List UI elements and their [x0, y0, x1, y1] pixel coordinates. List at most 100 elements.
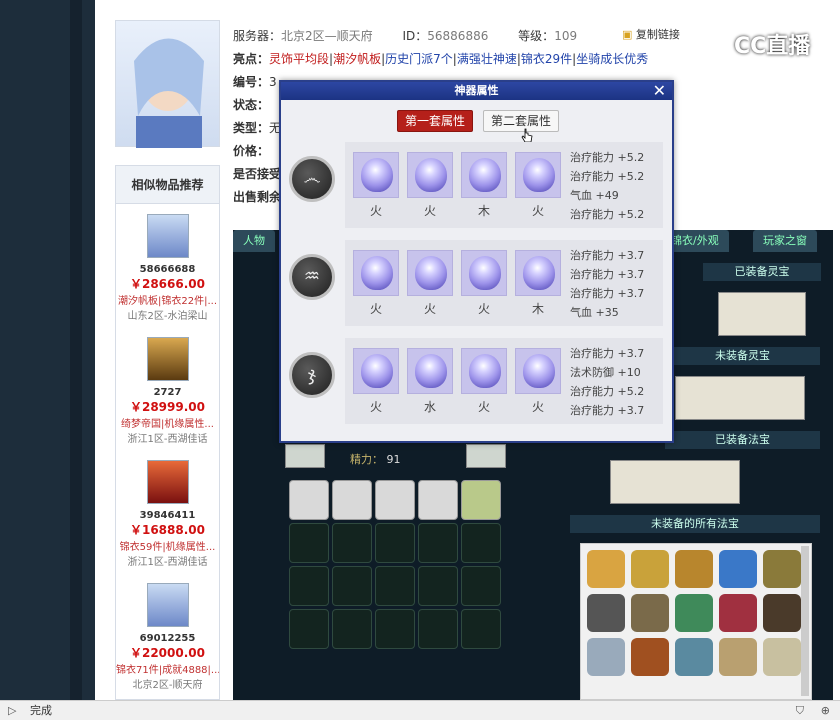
status-label: 状态： [233, 98, 270, 112]
inventory-slot[interactable] [418, 566, 458, 606]
inventory-slot[interactable] [461, 523, 501, 563]
number-value: 3 [269, 75, 277, 89]
tab-character[interactable]: 人物 [233, 230, 275, 252]
similar-item-tags[interactable]: 绮梦帝国|机缘属性... [116, 415, 219, 430]
similar-item-tags[interactable]: 锦衣59件|机缘属性... [116, 538, 219, 553]
fabao-item[interactable] [631, 550, 669, 588]
inventory-slot[interactable] [289, 523, 329, 563]
page-icon: ▷ [8, 704, 17, 717]
highlight-tag[interactable]: 锦衣29件 [521, 52, 572, 66]
number-label: 编号： [233, 75, 270, 89]
similar-item-server: 山东2区-水泊梁山 [127, 311, 208, 322]
equipped-fabao-slots[interactable] [610, 460, 740, 504]
inventory-slot[interactable] [418, 609, 458, 649]
similar-item[interactable]: 58666688 ￥28666.00 潮汐帆板|锦衣22件|... 山东2区-水… [116, 204, 219, 327]
spirit-stone-icon[interactable] [515, 348, 561, 394]
spirit-stone-icon[interactable] [461, 348, 507, 394]
inventory-slot[interactable] [461, 566, 501, 606]
price-label: 价格： [233, 144, 270, 158]
character-avatar [115, 20, 220, 148]
element-label: 木 [531, 302, 544, 316]
highlight-tag[interactable]: 历史门派7个 [385, 52, 453, 66]
spirit-stone-icon[interactable] [461, 250, 507, 296]
similar-item-tags[interactable]: 潮汐帆板|锦衣22件|... [116, 292, 219, 307]
element-label: 火 [531, 204, 544, 218]
equip-slot[interactable] [466, 444, 506, 468]
inventory-slot[interactable] [375, 523, 415, 563]
similar-item[interactable]: 39846411 ￥16888.00 锦衣59件|机缘属性... 浙江1区-西湖… [116, 450, 219, 573]
highlight-tag[interactable]: 满强壮神速 [457, 52, 517, 66]
fabao-item[interactable] [587, 550, 625, 588]
fabao-item[interactable] [631, 594, 669, 632]
fabao-item[interactable] [675, 594, 713, 632]
element-label: 火 [477, 400, 490, 414]
fabao-item[interactable] [763, 550, 801, 588]
inventory-slot[interactable] [332, 523, 372, 563]
spirit-stone-icon[interactable] [407, 348, 453, 394]
equipped-lingbao-slots[interactable] [718, 292, 806, 336]
attribute-list: 治疗能力 +3.7 法术防御 +10 治疗能力 +5.2 治疗能力 +3.7 [570, 344, 660, 420]
fabao-item[interactable] [675, 550, 713, 588]
highlight-tag[interactable]: 灵饰平均段 [269, 52, 329, 66]
similar-item-avatar[interactable] [146, 460, 189, 504]
similar-item-id: 2727 [153, 387, 182, 398]
unequipped-lingbao-label: 未装备灵宝 [665, 347, 820, 365]
inventory-slot[interactable] [332, 480, 372, 520]
similar-item[interactable]: 69012255 ￥22000.00 锦衣71件|成就4888|... 北京2区… [116, 573, 219, 696]
receive-label: 是否接受 [233, 167, 282, 181]
rune-icon: ♒ [289, 254, 335, 300]
fabao-item[interactable] [719, 638, 757, 676]
unequipped-lingbao-slots[interactable] [675, 376, 805, 420]
similar-item-avatar[interactable] [146, 583, 189, 627]
highlight-tag[interactable]: 潮汐帆板 [333, 52, 381, 66]
fabao-item[interactable] [763, 594, 801, 632]
highlight-tag[interactable]: 坐骑成长优秀 [576, 52, 648, 66]
dialog-title-bar: 神器属性 ✕ [281, 82, 672, 100]
inventory-slot[interactable] [375, 566, 415, 606]
spirit-stone-icon[interactable] [353, 152, 399, 198]
inventory-slot[interactable] [375, 609, 415, 649]
attribute-line: 治疗能力 +3.7 [570, 404, 645, 417]
similar-item-tags[interactable]: 锦衣71件|成就4888|... [116, 661, 219, 676]
inventory-slot[interactable] [461, 609, 501, 649]
similar-item-price: ￥28999.00 [129, 400, 205, 414]
fabao-item[interactable] [719, 550, 757, 588]
inventory-slot[interactable] [289, 566, 329, 606]
similar-item-avatar[interactable] [146, 214, 189, 258]
inventory-slot[interactable] [332, 566, 372, 606]
left-stripe [70, 0, 82, 700]
equip-slot[interactable] [285, 444, 325, 468]
fabao-item[interactable] [675, 638, 713, 676]
similar-item[interactable]: 2727 ￥28999.00 绮梦帝国|机缘属性... 浙江1区-西湖佳话 [116, 327, 219, 450]
inventory-slot[interactable] [375, 480, 415, 520]
inventory-slot[interactable] [332, 609, 372, 649]
spirit-stone-icon[interactable] [353, 250, 399, 296]
spirit-stone-icon[interactable] [407, 152, 453, 198]
element-label: 火 [423, 204, 436, 218]
fabao-item[interactable] [763, 638, 801, 676]
copy-link[interactable]: ▣ 复制链接 [622, 26, 680, 42]
fabao-item[interactable] [631, 638, 669, 676]
first-set-button[interactable]: 第一套属性 [397, 110, 474, 132]
inventory-slot[interactable] [461, 480, 501, 520]
spirit-stone-icon[interactable] [515, 250, 561, 296]
close-icon[interactable]: ✕ [653, 82, 666, 99]
similar-item-avatar[interactable] [146, 337, 189, 381]
tab-player-window[interactable]: 玩家之窗 [753, 230, 817, 252]
inventory-slot[interactable] [289, 609, 329, 649]
fabao-item[interactable] [719, 594, 757, 632]
fabao-item[interactable] [587, 594, 625, 632]
inventory-slot[interactable] [418, 480, 458, 520]
spirit-stone-icon[interactable] [353, 348, 399, 394]
similar-item-price: ￥22000.00 [129, 646, 205, 660]
inventory-slot[interactable] [418, 523, 458, 563]
spirit-stone-icon[interactable] [461, 152, 507, 198]
attribute-line: 治疗能力 +3.7 [570, 347, 645, 360]
zoom-icon[interactable]: ⊕ [821, 701, 830, 720]
spirit-stone-icon[interactable] [407, 250, 453, 296]
inventory-slot[interactable] [289, 480, 329, 520]
spirit-stone-icon[interactable] [515, 152, 561, 198]
similar-items-header: 相似物品推荐 [116, 166, 219, 204]
fabao-item[interactable] [587, 638, 625, 676]
fabao-bag-scrollbar[interactable] [801, 546, 809, 696]
